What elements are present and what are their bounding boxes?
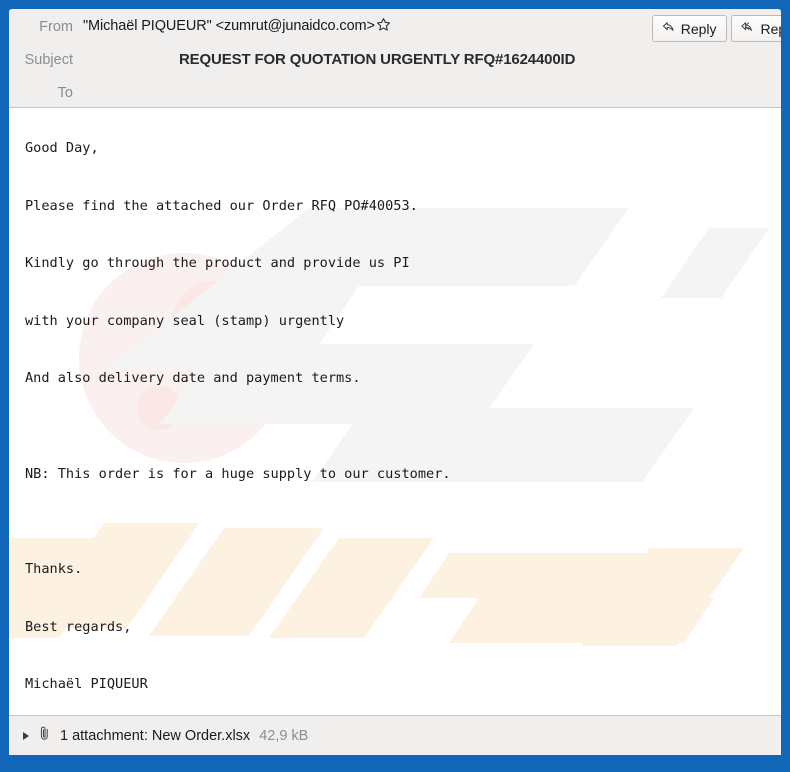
attachment-bar[interactable]: 1 attachment: New Order.xlsx 42,9 kB (9, 715, 781, 755)
from-label: From (39, 18, 73, 35)
reply-all-arrow-icon (740, 20, 756, 37)
reply-all-button-label: Reply All (760, 20, 781, 37)
from-value[interactable]: "Michaël PIQUEUR" <zumrut@junaidco.com> (73, 17, 391, 36)
body-line-kindly: Kindly go through the product and provid… (25, 255, 410, 271)
body-spacer-2 (25, 522, 781, 541)
message-panel: From "Michaël PIQUEUR" <zumrut@junaidco.… (9, 9, 781, 755)
body-line-regards: Best regards, (25, 618, 132, 635)
reply-arrow-icon (662, 20, 676, 37)
header-row-subject: Subject REQUEST FOR QUOTATION URGENTLY R… (9, 44, 781, 75)
body-line-thanks: Thanks. (25, 561, 83, 577)
triangle-right-icon[interactable] (23, 731, 29, 740)
body-line-signer: Michaël PIQUEUR (25, 676, 148, 692)
from-address-text: "Michaël PIQUEUR" <zumrut@junaidco.com> (83, 18, 375, 34)
body-text: Good Day, Please find the attached our O… (9, 108, 781, 715)
attachment-label: 1 attachment: New Order.xlsx (60, 727, 251, 744)
body-line-delivery: And also delivery date and payment terms… (25, 370, 361, 386)
body-line-attached: Please find the attached our Order RFQ P… (25, 197, 418, 214)
reply-all-button[interactable]: Reply All (730, 15, 781, 42)
window-frame: From "Michaël PIQUEUR" <zumrut@junaidco.… (0, 0, 790, 772)
reply-button-label: Reply (680, 20, 717, 37)
body-line-seal: with your company seal (stamp) urgently (25, 312, 345, 329)
message-body: Good Day, Please find the attached our O… (9, 108, 781, 715)
attachment-size: 42,9 kB (259, 727, 309, 744)
paperclip-icon (38, 725, 51, 746)
star-outline-icon[interactable] (376, 17, 391, 36)
body-spacer-1 (25, 427, 781, 446)
header-actions: Reply Reply All (651, 15, 781, 42)
subject-label: Subject (24, 51, 73, 68)
body-line-nb: NB: This order is for a huge supply to o… (25, 465, 451, 482)
reply-button[interactable]: Reply (651, 15, 727, 42)
message-header: From "Michaël PIQUEUR" <zumrut@junaidco.… (9, 9, 781, 108)
to-label: To (57, 84, 73, 101)
subject-value: REQUEST FOR QUOTATION URGENTLY RFQ#16244… (179, 51, 576, 68)
body-line-greeting: Good Day, (25, 140, 99, 156)
header-row-to: To (9, 77, 781, 108)
